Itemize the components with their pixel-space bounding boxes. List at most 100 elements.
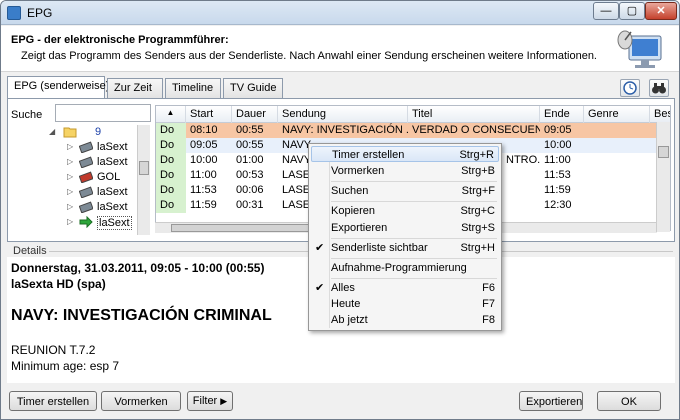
sort-icon[interactable]: ▲ xyxy=(156,106,186,123)
day-cell: Do xyxy=(156,183,186,198)
tree-item-channel[interactable]: ▷ laSext xyxy=(9,140,149,155)
collapse-icon[interactable]: ◢ xyxy=(49,127,55,136)
tree-item-channel[interactable]: ▷ GOL xyxy=(9,170,149,185)
tab-tv-guide[interactable]: TV Guide xyxy=(223,78,283,98)
clock-button[interactable] xyxy=(620,79,640,97)
tree-item-channel[interactable]: ▷ laSext xyxy=(9,185,149,200)
tree-item-label: laSext xyxy=(97,201,128,213)
column-header-genre[interactable]: Genre xyxy=(584,106,650,123)
maximize-button[interactable]: ▢ xyxy=(619,2,645,20)
minimize-button[interactable]: — xyxy=(593,2,619,20)
tab-epg-senderweise[interactable]: EPG (senderweise) xyxy=(7,76,109,98)
table-row[interactable]: Do 08:10 00:55 NAVY: INVESTIGACIÓN ... V… xyxy=(156,123,670,138)
menu-item-senderliste-sichtbar[interactable]: ✔ Senderliste sichtbar Strg+H xyxy=(311,240,499,256)
menu-item-label: Vormerken xyxy=(331,165,385,177)
menu-item-kopieren[interactable]: Kopieren Strg+C xyxy=(311,203,499,219)
start-cell: 10:00 xyxy=(190,154,218,166)
expand-icon[interactable]: ▷ xyxy=(67,142,73,151)
menu-item-suchen[interactable]: Suchen Strg+F xyxy=(311,183,499,199)
menu-item-shortcut: F7 xyxy=(482,298,495,310)
ok-button[interactable]: OK xyxy=(597,391,661,411)
column-header-start[interactable]: Start xyxy=(186,106,232,123)
expand-icon[interactable]: ▷ xyxy=(67,217,73,226)
binoculars-icon xyxy=(652,83,666,94)
menu-item-label: Aufnahme-Programmierung xyxy=(331,262,467,274)
menu-separator xyxy=(331,258,497,259)
menu-item-exportieren[interactable]: Exportieren Strg+S xyxy=(311,220,499,236)
check-icon: ✔ xyxy=(315,242,325,254)
close-button[interactable]: ✕ xyxy=(645,2,677,20)
dauer-cell: 00:53 xyxy=(236,169,264,181)
channel-icon xyxy=(79,141,93,153)
tree-item-label: laSext xyxy=(97,156,128,168)
header-title: EPG - der elektronische Programmführer: xyxy=(11,34,229,46)
dauer-cell: 00:55 xyxy=(236,124,264,136)
day-cell: Do xyxy=(156,153,186,168)
exportieren-button[interactable]: Exportieren xyxy=(519,391,583,411)
check-icon: ✔ xyxy=(315,282,325,294)
menu-item-shortcut: Strg+B xyxy=(461,165,495,177)
menu-item-label: Exportieren xyxy=(331,222,388,234)
ende-cell: 09:05 xyxy=(544,124,572,136)
menu-item-shortcut: Strg+F xyxy=(461,185,495,197)
scroll-thumb[interactable] xyxy=(139,161,149,175)
expand-icon[interactable]: ▷ xyxy=(67,157,73,166)
menu-item-alles[interactable]: ✔ Alles F6 xyxy=(311,280,499,296)
menu-item-vormerken[interactable]: Vormerken Strg+B xyxy=(311,163,499,179)
grid-vertical-scrollbar[interactable] xyxy=(656,122,670,232)
search-input[interactable] xyxy=(55,104,151,122)
timer-erstellen-button[interactable]: Timer erstellen xyxy=(9,391,97,411)
details-datetime: Donnerstag, 31.03.2011, 09:05 - 10:00 (0… xyxy=(11,261,265,275)
day-cell: Do xyxy=(156,198,186,213)
menu-item-shortcut: Strg+H xyxy=(460,242,495,254)
expand-icon[interactable]: ▷ xyxy=(67,172,73,181)
chevron-right-icon: ▶ xyxy=(220,396,228,406)
expand-icon[interactable]: ▷ xyxy=(67,202,73,211)
window-title: EPG xyxy=(27,6,53,20)
menu-item-label: Heute xyxy=(331,298,361,310)
ende-cell: 10:00 xyxy=(544,139,572,151)
column-header-titel[interactable]: Titel xyxy=(408,106,540,123)
menu-item-label: Ab jetzt xyxy=(331,314,368,326)
filter-button[interactable]: Filter ▶ xyxy=(187,391,233,411)
ende-cell: 11:59 xyxy=(544,184,571,196)
menu-separator xyxy=(331,238,497,239)
epg-window: EPG — ▢ ✕ EPG - der elektronische Progra… xyxy=(0,0,680,420)
search-button[interactable] xyxy=(649,79,669,97)
tab-zur-zeit[interactable]: Zur Zeit xyxy=(107,78,163,98)
context-menu: Timer erstellen Strg+R Vormerken Strg+B … xyxy=(308,143,502,331)
tree-item-channel-current[interactable]: ▷ laSext xyxy=(9,215,149,230)
header: EPG - der elektronische Programmführer: … xyxy=(1,26,679,72)
day-cell: Do xyxy=(156,138,186,153)
filter-label: Filter xyxy=(192,395,218,407)
column-header-bes[interactable]: Bes xyxy=(650,106,670,123)
menu-item-aufnahme-programmierung[interactable]: Aufnahme-Programmierung xyxy=(311,260,499,276)
menu-item-label: Timer erstellen xyxy=(332,149,405,161)
expand-icon[interactable]: ▷ xyxy=(67,187,73,196)
vormerken-button[interactable]: Vormerken xyxy=(101,391,181,411)
tree-scrollbar[interactable] xyxy=(137,125,150,235)
sendung-cell: NAVY: INVESTIGACIÓN ... xyxy=(282,124,408,136)
start-cell: 11:53 xyxy=(190,184,217,196)
menu-item-label: Senderliste sichtbar xyxy=(331,242,428,254)
dauer-cell: 00:55 xyxy=(236,139,264,151)
column-header-dauer[interactable]: Dauer xyxy=(232,106,278,123)
details-age-rating: Minimum age: esp 7 xyxy=(11,359,120,373)
ende-cell: 11:00 xyxy=(544,154,571,166)
tree-item-channel[interactable]: ▷ laSext xyxy=(9,200,149,215)
channel-icon xyxy=(79,201,93,213)
menu-item-timer-erstellen[interactable]: Timer erstellen Strg+R xyxy=(311,146,499,162)
column-header-sendung[interactable]: Sendung xyxy=(278,106,408,123)
scroll-thumb[interactable] xyxy=(658,146,669,158)
column-header-ende[interactable]: Ende xyxy=(540,106,584,123)
scroll-thumb[interactable] xyxy=(171,224,321,232)
tree-item-folder[interactable]: ◢ 9 xyxy=(9,125,149,140)
tab-timeline[interactable]: Timeline xyxy=(165,78,221,98)
tree-item-channel[interactable]: ▷ laSext xyxy=(9,155,149,170)
start-cell: 08:10 xyxy=(190,124,218,136)
day-cell: Do xyxy=(156,168,186,183)
menu-item-label: Kopieren xyxy=(331,205,376,217)
grid-header: ▲ Start Dauer Sendung Titel Ende Genre B… xyxy=(156,106,670,123)
menu-item-heute[interactable]: Heute F7 xyxy=(311,296,499,312)
menu-item-ab-jetzt[interactable]: Ab jetzt F8 xyxy=(311,312,499,328)
